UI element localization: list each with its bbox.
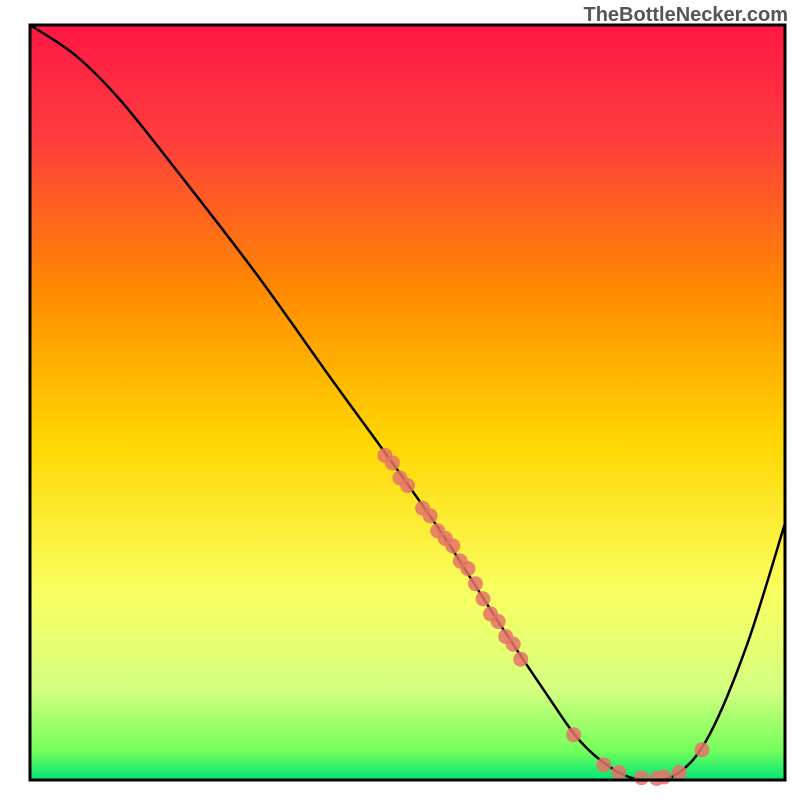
data-point bbox=[657, 769, 672, 784]
data-point bbox=[460, 561, 475, 576]
chart-container: TheBottleNecker.com bbox=[0, 0, 800, 800]
chart-svg bbox=[0, 0, 800, 800]
data-point bbox=[672, 765, 687, 780]
data-point bbox=[476, 591, 491, 606]
data-point bbox=[468, 576, 483, 591]
data-point bbox=[506, 637, 521, 652]
data-point bbox=[400, 478, 415, 493]
plot-background bbox=[30, 25, 785, 780]
attribution-label: TheBottleNecker.com bbox=[583, 4, 788, 27]
data-point bbox=[611, 765, 626, 780]
data-point bbox=[634, 770, 649, 785]
data-point bbox=[596, 757, 611, 772]
data-point bbox=[513, 652, 528, 667]
data-point bbox=[491, 614, 506, 629]
data-point bbox=[445, 538, 460, 553]
data-point bbox=[694, 742, 709, 757]
data-point bbox=[385, 455, 400, 470]
data-point bbox=[423, 508, 438, 523]
data-point bbox=[566, 727, 581, 742]
